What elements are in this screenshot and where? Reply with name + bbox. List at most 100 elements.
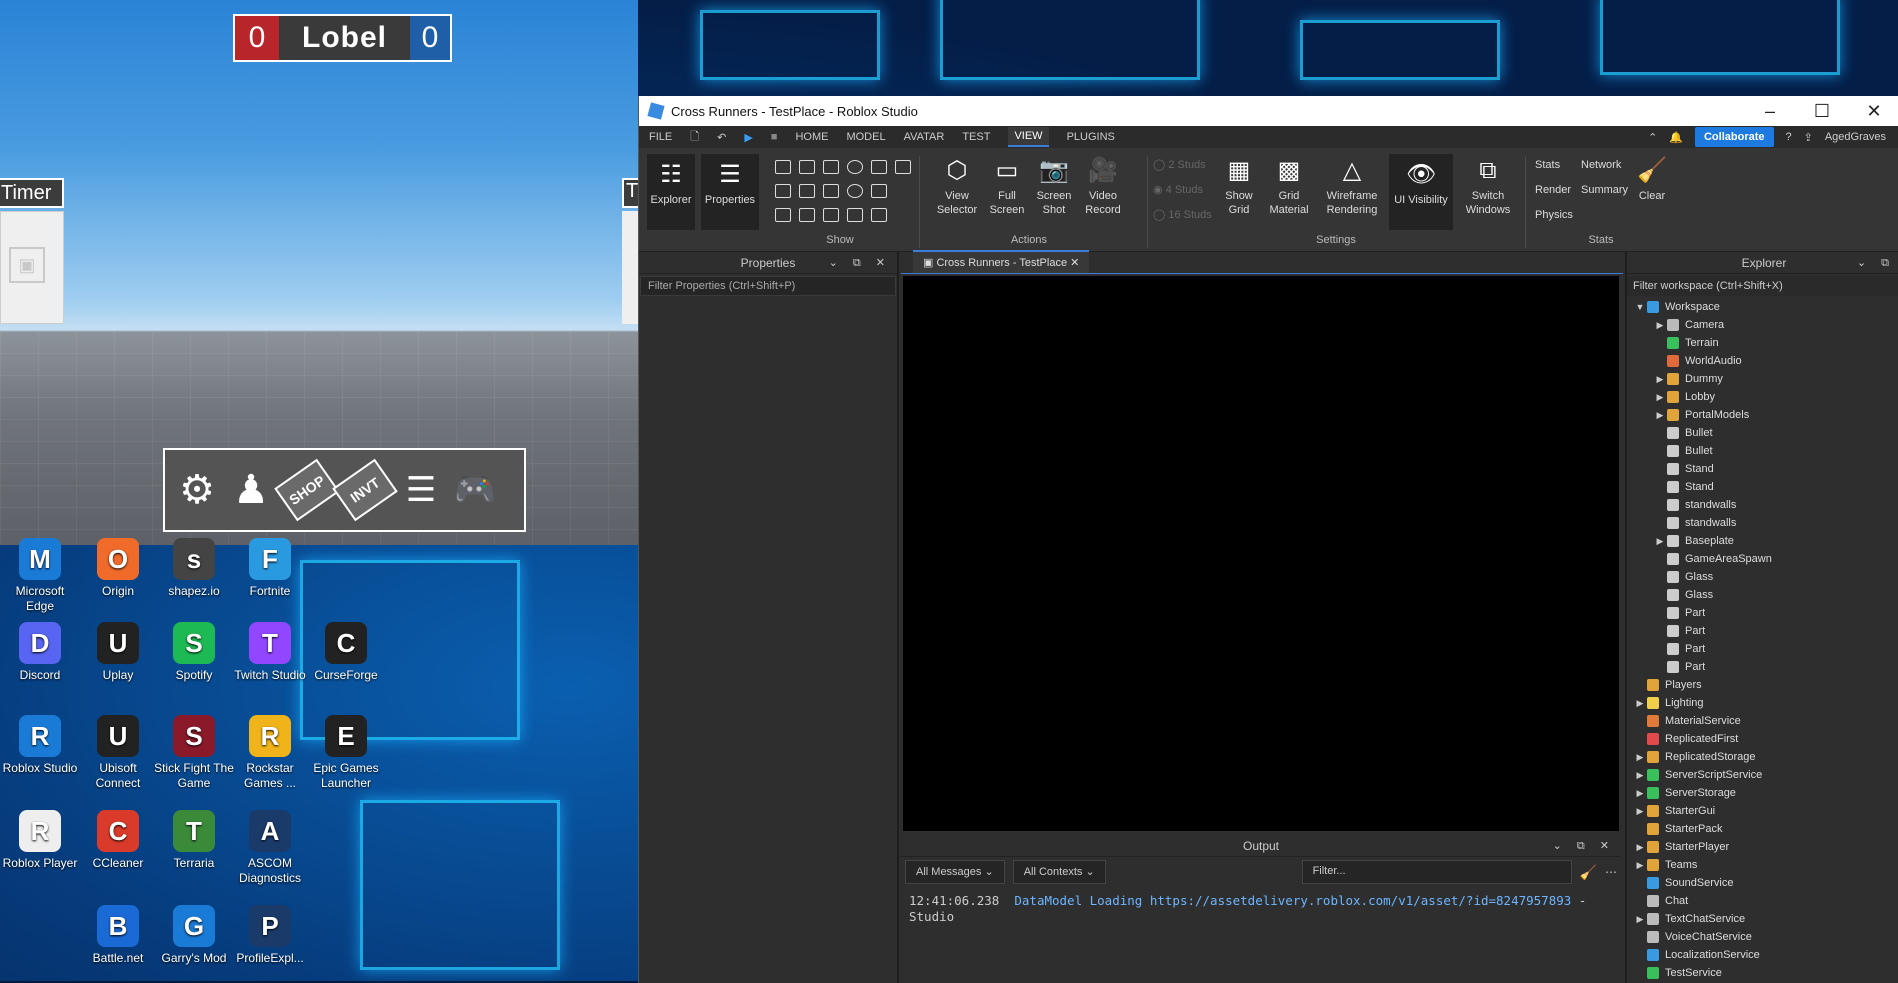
ui-visibility-button[interactable]: 👁 UI Visibility: [1389, 154, 1453, 230]
context-icon[interactable]: [799, 208, 815, 222]
desktop-icon[interactable]: S Stick Fight The Game: [154, 715, 234, 791]
object-browser-icon[interactable]: [775, 208, 791, 222]
panel-controls-icon[interactable]: ⌄ ⧉ ✕: [1553, 839, 1615, 853]
tree-item[interactable]: ▶ ServerStorage: [1627, 784, 1898, 802]
settings-icon[interactable]: ⚙: [173, 454, 221, 526]
desktop-icon[interactable]: R Rockstar Games ...: [230, 715, 310, 791]
collapsed-arrow-icon[interactable]: ▶: [1633, 842, 1647, 853]
tree-item[interactable]: ReplicatedFirst: [1627, 730, 1898, 748]
desktop-icon[interactable]: R Roblox Studio: [0, 715, 80, 776]
tree-item[interactable]: Stand: [1627, 478, 1898, 496]
collapsed-arrow-icon[interactable]: ▶: [1633, 770, 1647, 781]
help-icon[interactable]: ?: [1786, 131, 1792, 143]
view-selector-button[interactable]: ⬡ View Selector: [929, 156, 985, 217]
tree-item[interactable]: ▶ StarterPlayer: [1627, 838, 1898, 856]
full-screen-button[interactable]: ▭ Full Screen: [985, 156, 1029, 217]
show-grid-button[interactable]: ▦ Show Grid: [1219, 156, 1259, 217]
command-bar-icon[interactable]: [799, 160, 815, 174]
explorer-button[interactable]: ☷ Explorer: [647, 154, 695, 230]
properties-button[interactable]: ☰ Properties: [701, 154, 759, 230]
collapsed-arrow-icon[interactable]: ▶: [1653, 320, 1667, 331]
tree-item[interactable]: Glass: [1627, 568, 1898, 586]
output-icon[interactable]: [823, 160, 839, 174]
tree-item[interactable]: ▶ Baseplate: [1627, 532, 1898, 550]
panel-controls-icon[interactable]: ⌄ ⧉ ✕: [829, 256, 891, 270]
new-file-icon[interactable]: 🗋: [690, 128, 699, 147]
tree-item[interactable]: Part: [1627, 604, 1898, 622]
studs-2-option[interactable]: ◯ 2 Studs: [1153, 158, 1206, 172]
clear-button[interactable]: 🧹 Clear: [1635, 156, 1669, 203]
game-explorer-icon[interactable]: [847, 208, 863, 222]
tab-model[interactable]: MODEL: [846, 131, 885, 143]
collapsed-arrow-icon[interactable]: ▶: [1633, 914, 1647, 925]
tree-item[interactable]: TestService: [1627, 964, 1898, 982]
minimize-icon[interactable]: –: [1744, 101, 1796, 122]
stats-button[interactable]: Stats: [1535, 158, 1560, 172]
tree-item[interactable]: ▶ StarterGui: [1627, 802, 1898, 820]
tree-item[interactable]: standwalls: [1627, 514, 1898, 532]
studs-4-option[interactable]: ◉ 4 Studs: [1153, 183, 1203, 197]
find-results-icon[interactable]: [775, 184, 791, 198]
collapsed-arrow-icon[interactable]: ▶: [1653, 374, 1667, 385]
team-create-icon[interactable]: [871, 160, 887, 174]
messages-dropdown[interactable]: All Messages ⌄: [905, 860, 1005, 884]
tab-home[interactable]: HOME: [795, 131, 828, 143]
collapsed-arrow-icon[interactable]: ▶: [1653, 536, 1667, 547]
grid-material-button[interactable]: ▩ Grid Material: [1263, 156, 1315, 217]
collapsed-arrow-icon[interactable]: ▶: [1653, 410, 1667, 421]
collapsed-arrow-icon[interactable]: ▶: [1633, 752, 1647, 763]
device-icon[interactable]: [871, 184, 887, 198]
tree-item[interactable]: ▶ ServerScriptService: [1627, 766, 1898, 784]
properties-filter-input[interactable]: Filter Properties (Ctrl+Shift+P): [640, 276, 896, 296]
tab-view[interactable]: VIEW: [1008, 127, 1049, 147]
undo-icon[interactable]: ↶: [717, 131, 726, 144]
tree-item[interactable]: ▶ TextChatService: [1627, 910, 1898, 928]
tree-item[interactable]: standwalls: [1627, 496, 1898, 514]
tag-editor-icon[interactable]: [823, 184, 839, 198]
collapsed-arrow-icon[interactable]: ▶: [1633, 788, 1647, 799]
collapsed-arrow-icon[interactable]: ▶: [1633, 806, 1647, 817]
desktop-icon[interactable]: A ASCOM Diagnostics: [230, 810, 310, 886]
tree-item[interactable]: Bullet: [1627, 442, 1898, 460]
collapsed-arrow-icon[interactable]: ▶: [1633, 698, 1647, 709]
switch-windows-button[interactable]: ⧉ Switch Windows: [1457, 156, 1519, 217]
tab-avatar[interactable]: AVATAR: [904, 131, 945, 143]
desktop-icon[interactable]: C CCleaner: [78, 810, 158, 871]
desktop-icon[interactable]: F Fortnite: [230, 538, 310, 599]
tree-item[interactable]: GameAreaSpawn: [1627, 550, 1898, 568]
game-viewport[interactable]: 0 Lobel 0 Timer ▣ T ⚙ ♟ SHOP INVT ☰ 🎮: [0, 0, 638, 545]
video-record-button[interactable]: 🎥 Video Record: [1079, 156, 1127, 217]
document-tab[interactable]: ▣ Cross Runners - TestPlace ✕: [913, 250, 1090, 273]
desktop-icon[interactable]: M Microsoft Edge: [0, 538, 80, 614]
desktop-icon[interactable]: C CurseForge: [306, 622, 386, 683]
inventory-button[interactable]: INVT: [332, 458, 398, 522]
desktop-icon[interactable]: G Garry's Mod: [154, 905, 234, 966]
tree-item[interactable]: Part: [1627, 658, 1898, 676]
contexts-dropdown[interactable]: All Contexts ⌄: [1012, 860, 1106, 884]
studio-viewport[interactable]: [903, 276, 1619, 831]
tree-item[interactable]: Glass: [1627, 586, 1898, 604]
tree-item[interactable]: MaterialService: [1627, 712, 1898, 730]
tree-item[interactable]: ▶ Dummy: [1627, 370, 1898, 388]
script-analysis-icon[interactable]: [775, 160, 791, 174]
maximize-icon[interactable]: ☐: [1796, 101, 1848, 122]
tree-item[interactable]: ▶ Lighting: [1627, 694, 1898, 712]
tab-plugins[interactable]: PLUGINS: [1067, 131, 1115, 143]
toolbox-icon[interactable]: [895, 160, 911, 174]
stop-icon[interactable]: ■: [771, 131, 778, 143]
screenshot-button[interactable]: 📷 Screen Shot: [1031, 156, 1077, 217]
tree-item[interactable]: Bullet: [1627, 424, 1898, 442]
explorer-filter-input[interactable]: Filter workspace (Ctrl+Shift+X): [1627, 276, 1898, 296]
studs-16-option[interactable]: ◯ 16 Studs: [1153, 208, 1212, 222]
tree-item[interactable]: ▶ PortalModels: [1627, 406, 1898, 424]
tree-item[interactable]: StarterPack: [1627, 820, 1898, 838]
gamepad-icon[interactable]: 🎮: [451, 454, 499, 526]
collaborate-button[interactable]: Collaborate: [1694, 127, 1774, 147]
tree-item[interactable]: LocalizationService: [1627, 946, 1898, 964]
desktop-icon[interactable]: s shapez.io: [154, 538, 234, 599]
desktop-icon[interactable]: O Origin: [78, 538, 158, 599]
desktop-icon[interactable]: R Roblox Player: [0, 810, 80, 871]
username[interactable]: AgedGraves: [1825, 131, 1886, 143]
tree-item[interactable]: Stand: [1627, 460, 1898, 478]
expanded-arrow-icon[interactable]: ▼: [1633, 302, 1647, 312]
